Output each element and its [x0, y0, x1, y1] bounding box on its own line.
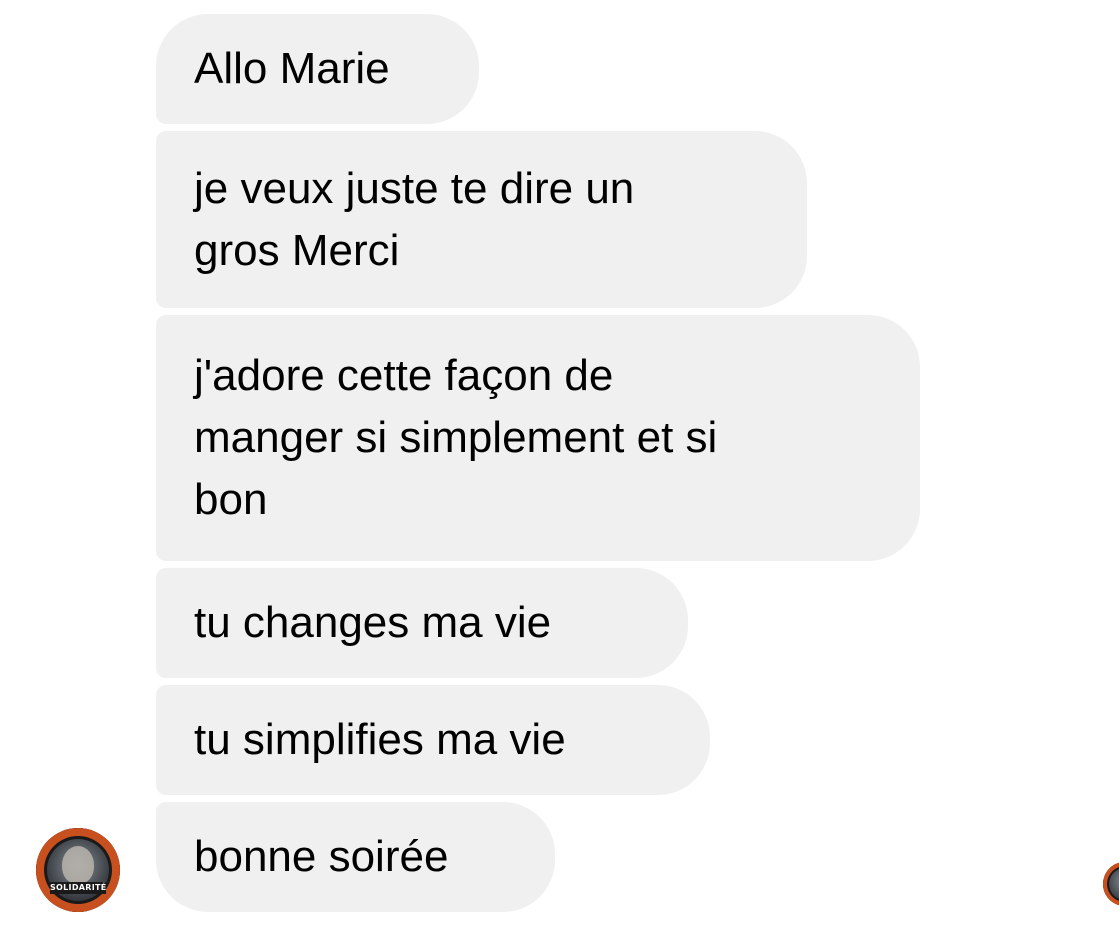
message-text: Allo Marie: [194, 44, 390, 93]
avatar-badge-text: SOLIDARITÉ: [50, 882, 107, 894]
message-bubble[interactable]: Allo Marie: [156, 14, 479, 124]
message-bubble[interactable]: je veux juste te dire un gros Merci: [156, 131, 807, 308]
message-text: bonne soirée: [194, 832, 449, 881]
message-bubble[interactable]: tu changes ma vie: [156, 568, 688, 678]
message-text: j'adore cette façon de manger si simplem…: [194, 351, 718, 524]
sender-avatar[interactable]: SOLIDARITÉ: [36, 828, 120, 912]
message-bubble[interactable]: bonne soirée: [156, 802, 555, 912]
message-text: je veux juste te dire un gros Merci: [194, 163, 635, 275]
message-bubble[interactable]: j'adore cette façon de manger si simplem…: [156, 315, 920, 561]
message-bubble[interactable]: tu simplifies ma vie: [156, 685, 710, 795]
read-receipt-avatar: [1103, 862, 1119, 906]
message-text: tu changes ma vie: [194, 598, 552, 647]
avatar-face: [62, 846, 94, 884]
message-thread: Allo Marie je veux juste te dire un gros…: [0, 0, 1119, 931]
message-text: tu simplifies ma vie: [194, 715, 566, 764]
